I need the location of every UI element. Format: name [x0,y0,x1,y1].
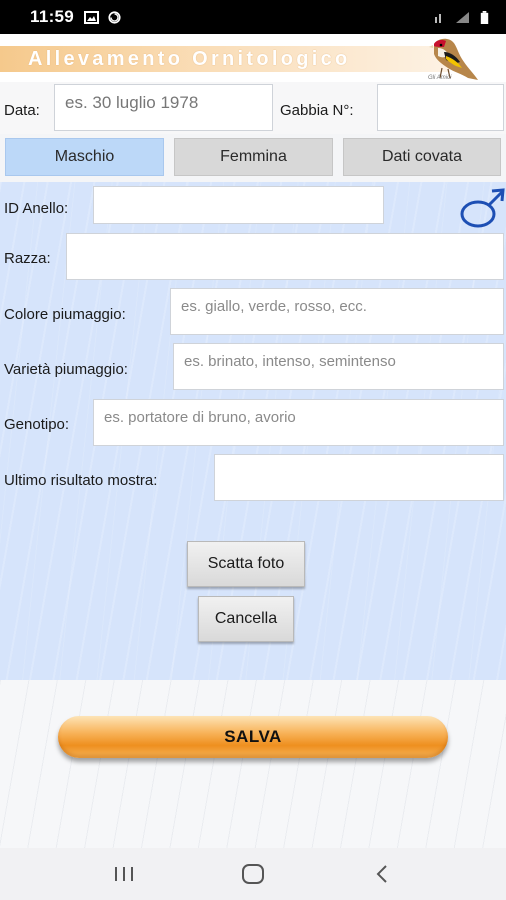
ring-id-label: ID Anello: [4,200,69,217]
gallery-icon [84,10,100,24]
tab-femmina[interactable]: Femmina [174,138,333,176]
take-photo-button[interactable]: Scatta foto [187,541,305,587]
home-icon [241,864,264,884]
date-input[interactable]: es. 30 luglio 1978 [54,84,273,131]
back-button[interactable] [362,859,402,889]
breed-label: Razza: [4,250,51,267]
plumage-variety-label: Varietà piumaggio: [4,361,128,378]
male-symbol-icon [460,188,505,228]
app-banner: Allevamento Ornitologico Gli Amici [0,34,506,82]
plumage-variety-input[interactable]: es. brinato, intenso, semintenso [173,343,504,390]
last-show-result-label: Ultimo risultato mostra: [4,472,158,489]
plumage-color-input[interactable]: es. giallo, verde, rosso, ecc. [170,288,504,335]
home-button[interactable] [233,859,273,889]
recent-apps-button[interactable] [104,859,144,889]
wifi-icon [435,13,441,23]
status-bar: 11:59 [0,0,506,34]
date-label: Data: [4,102,40,119]
ring-id-input[interactable] [93,186,384,224]
cage-number-input[interactable] [377,84,504,131]
tab-maschio[interactable]: Maschio [5,138,164,176]
logo-caption: Gli Amici [428,75,452,81]
cage-label: Gabbia N°: [280,102,354,119]
genotype-input[interactable]: es. portatore di bruno, avorio [93,399,504,446]
goldfinch-bird-icon: Gli Amici [428,38,478,81]
status-time: 11:59 [30,7,75,26]
app-title: Allevamento Ornitologico [28,48,351,70]
breed-input[interactable] [66,233,504,280]
recent-apps-icon [115,867,134,881]
back-icon [376,865,387,883]
tab-dati-covata[interactable]: Dati covata [343,138,501,176]
battery-icon [480,10,489,24]
tab-bar: Maschio Femmina Dati covata [0,138,506,180]
system-navigation-bar [0,848,506,900]
sync-icon [108,10,121,24]
signal-icon [456,11,469,23]
last-show-result-input[interactable] [214,454,504,501]
delete-button[interactable]: Cancella [198,596,294,642]
genotype-label: Genotipo: [4,416,70,433]
plumage-color-label: Colore piumaggio: [4,306,126,323]
footer-area [0,680,506,848]
save-button[interactable]: SALVA [58,716,448,758]
